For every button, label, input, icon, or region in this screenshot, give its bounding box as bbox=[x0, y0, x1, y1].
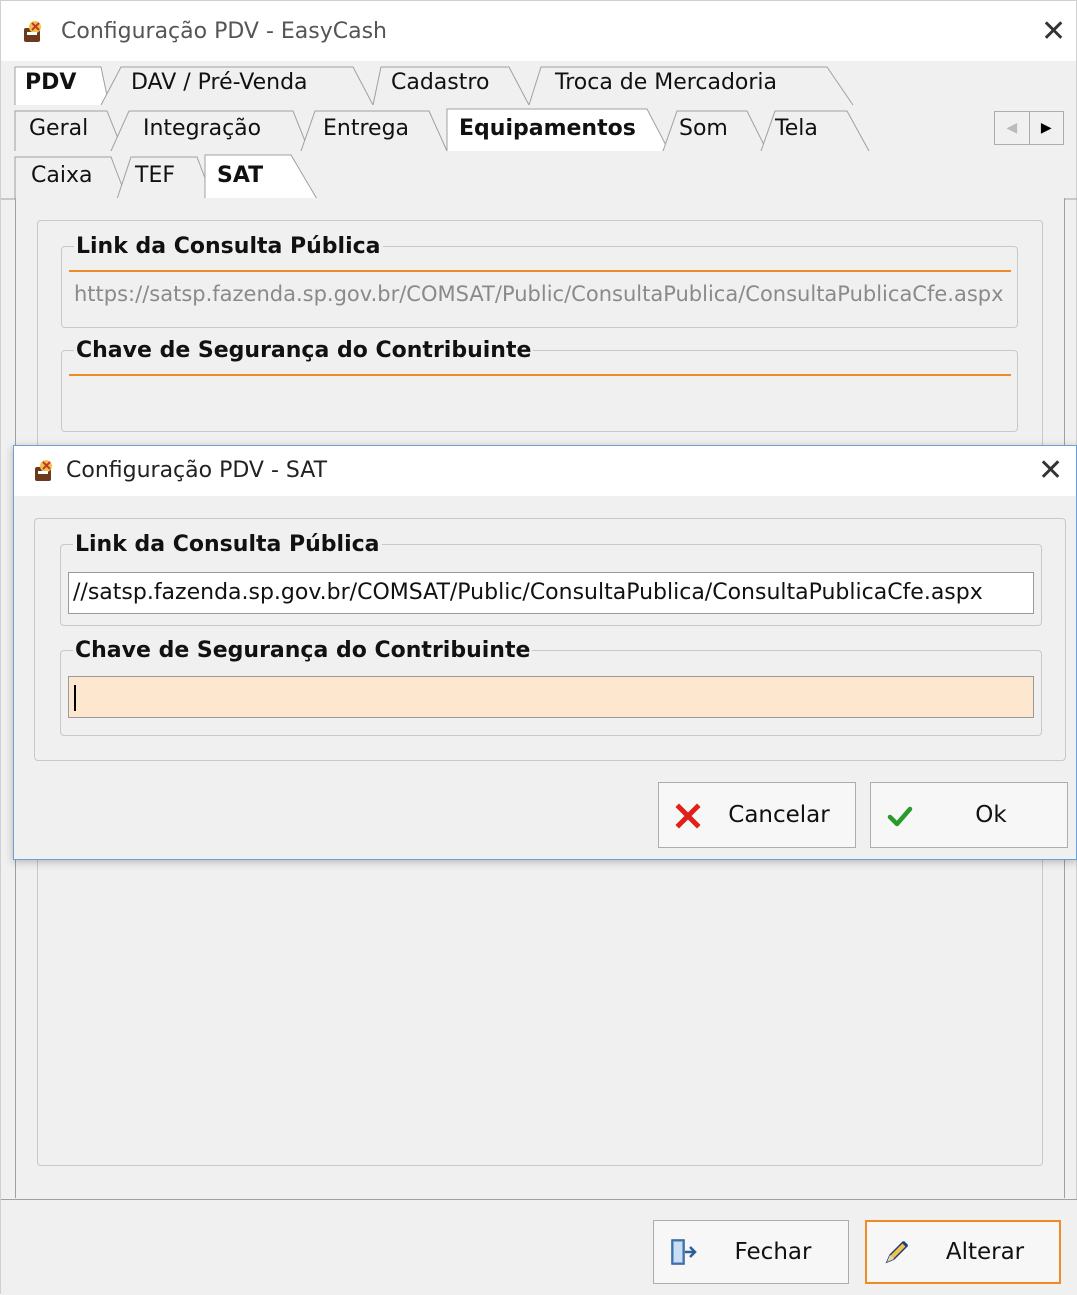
alterar-label: Alterar bbox=[945, 1239, 1025, 1265]
bottom-bar: Fechar Alterar bbox=[1, 1199, 1077, 1295]
fechar-button[interactable]: Fechar bbox=[653, 1220, 849, 1284]
tab-equipamentos[interactable]: Equipamentos bbox=[449, 109, 636, 151]
app-icon bbox=[24, 21, 41, 42]
tab-troca-de-mercadoria[interactable]: Troca de Mercadoria bbox=[545, 63, 777, 105]
close-icon[interactable]: ✕ bbox=[1041, 17, 1066, 47]
main-titlebar: Configuração PDV - EasyCash ✕ bbox=[1, 1, 1076, 61]
ok-check-icon bbox=[887, 806, 913, 827]
window-title: Configuração PDV - EasyCash bbox=[61, 19, 387, 44]
tab-integracao[interactable]: Integração bbox=[133, 109, 261, 151]
scroll-right-icon[interactable]: ▶ bbox=[1030, 112, 1064, 144]
dialog-title: Configuração PDV - SAT bbox=[66, 458, 328, 483]
tab-som[interactable]: Som bbox=[669, 109, 728, 151]
tab-pdv[interactable]: PDV bbox=[15, 63, 76, 105]
tab-cadastro[interactable]: Cadastro bbox=[381, 63, 489, 105]
dialog-key-input[interactable] bbox=[68, 676, 1034, 718]
link-group-label: Link da Consulta Pública bbox=[74, 234, 383, 259]
sat-dialog: Configuração PDV - SAT ✕ Link da Consult… bbox=[13, 445, 1077, 860]
tab-dav-pre-venda[interactable]: DAV / Pré-Venda bbox=[121, 63, 308, 105]
dialog-key-group-label: Chave de Segurança do Contribuinte bbox=[73, 638, 533, 663]
dialog-close-icon[interactable]: ✕ bbox=[1038, 456, 1063, 486]
ok-label: Ok bbox=[975, 802, 1007, 828]
ok-button[interactable]: Ok bbox=[870, 782, 1068, 848]
dialog-titlebar: Configuração PDV - SAT ✕ bbox=[14, 446, 1076, 496]
tab-geral[interactable]: Geral bbox=[19, 109, 88, 151]
link-focus-line bbox=[69, 270, 1011, 272]
fechar-label: Fechar bbox=[734, 1239, 812, 1265]
tab-entrega[interactable]: Entrega bbox=[313, 109, 409, 151]
dialog-link-input[interactable]: //satsp.fazenda.sp.gov.br/COMSAT/Public/… bbox=[68, 572, 1034, 614]
dialog-link-group-label: Link da Consulta Pública bbox=[73, 532, 382, 557]
cancel-x-icon bbox=[675, 803, 701, 829]
exit-door-icon bbox=[671, 1239, 697, 1265]
text-caret bbox=[74, 685, 76, 711]
pencil-icon bbox=[885, 1240, 909, 1264]
tab-scroll-buttons: ◀ ▶ bbox=[994, 111, 1064, 145]
key-group-label: Chave de Segurança do Contribuinte bbox=[74, 338, 534, 363]
alterar-button[interactable]: Alterar bbox=[865, 1220, 1061, 1284]
cancelar-label: Cancelar bbox=[728, 802, 830, 828]
scroll-left-icon[interactable]: ◀ bbox=[995, 112, 1030, 144]
link-readonly-value: https://satsp.fazenda.sp.gov.br/COMSAT/P… bbox=[74, 282, 1004, 306]
cancelar-button[interactable]: Cancelar bbox=[658, 782, 856, 848]
tab-caixa[interactable]: Caixa bbox=[21, 156, 92, 198]
key-focus-line bbox=[69, 374, 1011, 376]
tab-tef[interactable]: TEF bbox=[125, 156, 175, 198]
tab-tela[interactable]: Tela bbox=[765, 109, 818, 151]
tab-sat[interactable]: SAT bbox=[207, 156, 263, 198]
dialog-app-icon bbox=[35, 460, 52, 481]
